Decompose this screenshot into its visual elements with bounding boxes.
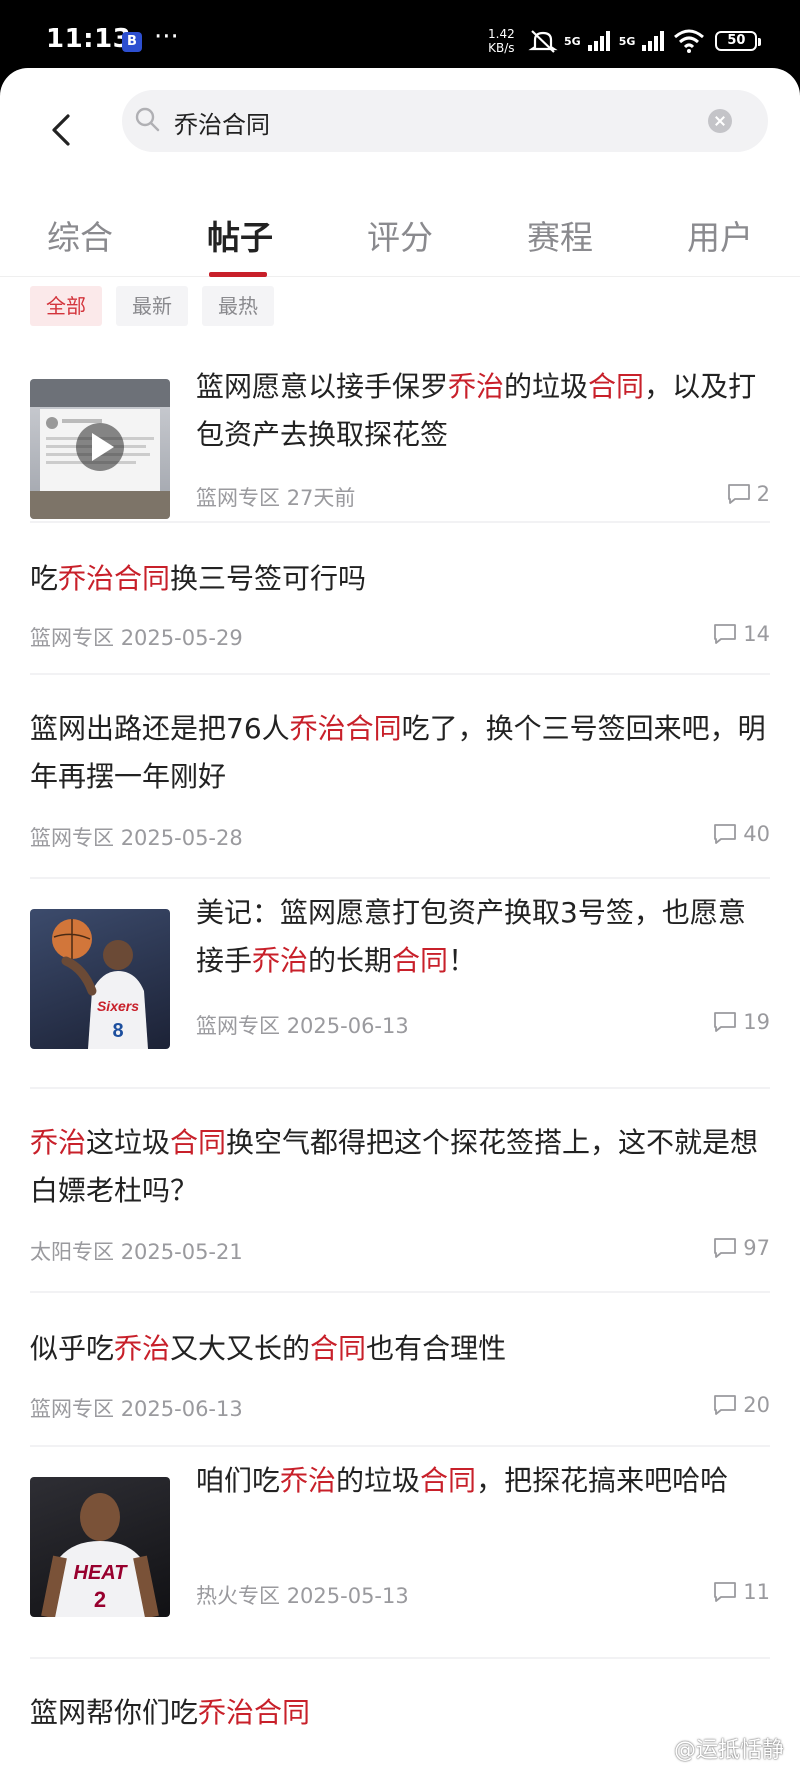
video-thumbnail-icon bbox=[30, 379, 170, 519]
wifi-icon bbox=[674, 29, 705, 53]
comment-icon bbox=[714, 1582, 737, 1602]
post-item[interactable]: Sixers 8 美记：篮网愿意打包资产换取3号签，也愿意接手乔治的长期合同！ … bbox=[30, 879, 770, 1089]
post-section: 热火专区 bbox=[196, 1584, 280, 1608]
post-item[interactable]: 篮网愿意以接手保罗乔治的垃圾合同，以及打包资产去换取探花签 篮网专区 27天前 … bbox=[30, 355, 770, 523]
post-date: 2025-05-29 bbox=[120, 626, 243, 650]
jersey-text: Sixers bbox=[97, 998, 139, 1014]
comment-count: 20 bbox=[713, 1393, 770, 1417]
search-results-page: 乔治合同 综合 帖子 评分 赛程 用户 全部 最新 最热 篮网愿意以接手保罗乔治… bbox=[0, 68, 800, 1778]
player-photo-icon: Sixers 8 bbox=[52, 919, 148, 1049]
post-section: 篮网专区 bbox=[196, 486, 280, 510]
post-meta: 篮网专区 27天前 bbox=[196, 482, 355, 512]
post-meta: 篮网专区 2025-06-13 bbox=[196, 1010, 409, 1040]
comment-icon bbox=[714, 824, 737, 844]
post-item[interactable]: 似乎吃乔治又大又长的合同也有合理性 篮网专区 2025-06-13 20 bbox=[30, 1293, 770, 1447]
post-section: 篮网专区 bbox=[30, 1397, 114, 1421]
comment-icon bbox=[714, 1012, 737, 1032]
post-thumbnail: HEAT 2 bbox=[30, 1477, 170, 1617]
post-date: 2025-06-13 bbox=[286, 1014, 409, 1038]
comment-count: 11 bbox=[713, 1580, 770, 1604]
signal-icon-1 bbox=[587, 31, 610, 51]
comment-icon bbox=[714, 1238, 737, 1258]
network-speed: 1.42 KB/s bbox=[488, 27, 515, 55]
post-meta: 热火专区 2025-05-13 bbox=[196, 1580, 409, 1610]
post-item[interactable]: 乔治这垃圾合同换空气都得把这个探花签搭上，这不就是想白嫖老杜吗？ 太阳专区 20… bbox=[30, 1089, 770, 1293]
comment-count: 97 bbox=[713, 1236, 770, 1260]
network-speed-value: 1.42 bbox=[488, 27, 515, 41]
comment-count: 2 bbox=[727, 482, 770, 506]
post-list: 篮网愿意以接手保罗乔治的垃圾合同，以及打包资产去换取探花签 篮网专区 27天前 … bbox=[0, 355, 800, 1778]
post-thumbnail bbox=[30, 379, 170, 519]
app-notification-icon: B bbox=[122, 32, 142, 52]
post-section: 篮网专区 bbox=[196, 1014, 280, 1038]
tab-users[interactable]: 用户 bbox=[665, 198, 775, 276]
post-item[interactable]: 篮网出路还是把76人乔治合同吃了，换个三号签回来吧，明年再摆一年刚好 篮网专区 … bbox=[30, 675, 770, 879]
status-time: 11:13 bbox=[46, 24, 132, 54]
post-title: 咱们吃乔治的垃圾合同，把探花搞来吧哈哈 bbox=[196, 1464, 729, 1497]
post-title: 吃乔治合同换三号签可行吗 bbox=[30, 562, 367, 595]
filter-all[interactable]: 全部 bbox=[30, 286, 102, 326]
jersey-number: 2 bbox=[94, 1587, 106, 1612]
network-type-1: 5G bbox=[564, 34, 581, 48]
post-meta: 篮网专区 2025-05-29 bbox=[30, 622, 243, 652]
clear-search-icon[interactable] bbox=[708, 109, 732, 133]
post-date: 2025-05-13 bbox=[286, 1584, 409, 1608]
tab-overview[interactable]: 综合 bbox=[25, 198, 135, 276]
post-meta: 篮网专区 2025-06-13 bbox=[30, 1393, 243, 1423]
search-bar[interactable]: 乔治合同 bbox=[122, 90, 768, 152]
post-item[interactable]: 篮网帮你们吃乔治合同 bbox=[30, 1659, 770, 1778]
result-tabs: 综合 帖子 评分 赛程 用户 bbox=[0, 198, 800, 277]
comment-count: 40 bbox=[713, 822, 770, 846]
post-item[interactable]: HEAT 2 咱们吃乔治的垃圾合同，把探花搞来吧哈哈 热火专区 2025-05-… bbox=[30, 1447, 770, 1659]
post-section: 太阳专区 bbox=[30, 1240, 114, 1264]
post-date: 2025-06-13 bbox=[120, 1397, 243, 1421]
back-icon[interactable] bbox=[44, 100, 80, 160]
jersey-text: HEAT bbox=[74, 1562, 129, 1584]
more-notifications-icon: ··· bbox=[154, 22, 179, 52]
tab-ratings[interactable]: 评分 bbox=[345, 198, 455, 276]
post-item[interactable]: 吃乔治合同换三号签可行吗 篮网专区 2025-05-29 14 bbox=[30, 523, 770, 675]
network-speed-unit: KB/s bbox=[488, 41, 515, 55]
mute-icon bbox=[528, 30, 558, 53]
post-thumbnail: Sixers 8 bbox=[30, 909, 170, 1049]
battery-icon: 50 bbox=[715, 31, 762, 51]
post-title: 乔治这垃圾合同换空气都得把这个探花签搭上，这不就是想白嫖老杜吗？ bbox=[30, 1126, 759, 1207]
post-title: 似乎吃乔治又大又长的合同也有合理性 bbox=[30, 1332, 507, 1365]
post-date: 27天前 bbox=[286, 486, 356, 510]
post-section: 篮网专区 bbox=[30, 626, 114, 650]
filter-chips: 全部 最新 最热 bbox=[30, 286, 274, 326]
post-date: 2025-05-21 bbox=[120, 1240, 243, 1264]
post-title: 篮网帮你们吃乔治合同 bbox=[30, 1696, 311, 1729]
comment-icon bbox=[714, 1395, 737, 1415]
signal-icon-2 bbox=[642, 31, 665, 51]
network-type-2: 5G bbox=[618, 34, 636, 48]
filter-hottest[interactable]: 最热 bbox=[202, 286, 274, 326]
player-photo-icon: HEAT 2 bbox=[41, 1493, 159, 1617]
post-title: 篮网出路还是把76人乔治合同吃了，换个三号签回来吧，明年再摆一年刚好 bbox=[30, 712, 766, 793]
search-icon bbox=[135, 107, 160, 132]
search-input[interactable]: 乔治合同 bbox=[174, 105, 270, 140]
post-section: 篮网专区 bbox=[30, 826, 114, 850]
comment-icon bbox=[727, 484, 750, 504]
comment-count: 14 bbox=[713, 622, 770, 646]
tab-posts[interactable]: 帖子 bbox=[185, 198, 295, 277]
filter-newest[interactable]: 最新 bbox=[116, 286, 188, 326]
post-title: 美记：篮网愿意打包资产换取3号签，也愿意接手乔治的长期合同！ bbox=[196, 896, 746, 977]
jersey-number: 8 bbox=[112, 1020, 123, 1042]
tab-schedule[interactable]: 赛程 bbox=[505, 198, 615, 276]
comment-count: 19 bbox=[713, 1010, 770, 1034]
post-date: 2025-05-28 bbox=[120, 826, 243, 850]
post-meta: 篮网专区 2025-05-28 bbox=[30, 822, 243, 852]
comment-icon bbox=[714, 624, 737, 644]
status-bar: 11:13 B ··· 1.42 KB/s 5G 5G 50 bbox=[0, 0, 800, 68]
post-meta: 太阳专区 2025-05-21 bbox=[30, 1236, 243, 1266]
post-title: 篮网愿意以接手保罗乔治的垃圾合同，以及打包资产去换取探花签 bbox=[196, 370, 757, 451]
watermark: @运抵恬静 bbox=[673, 1738, 784, 1763]
